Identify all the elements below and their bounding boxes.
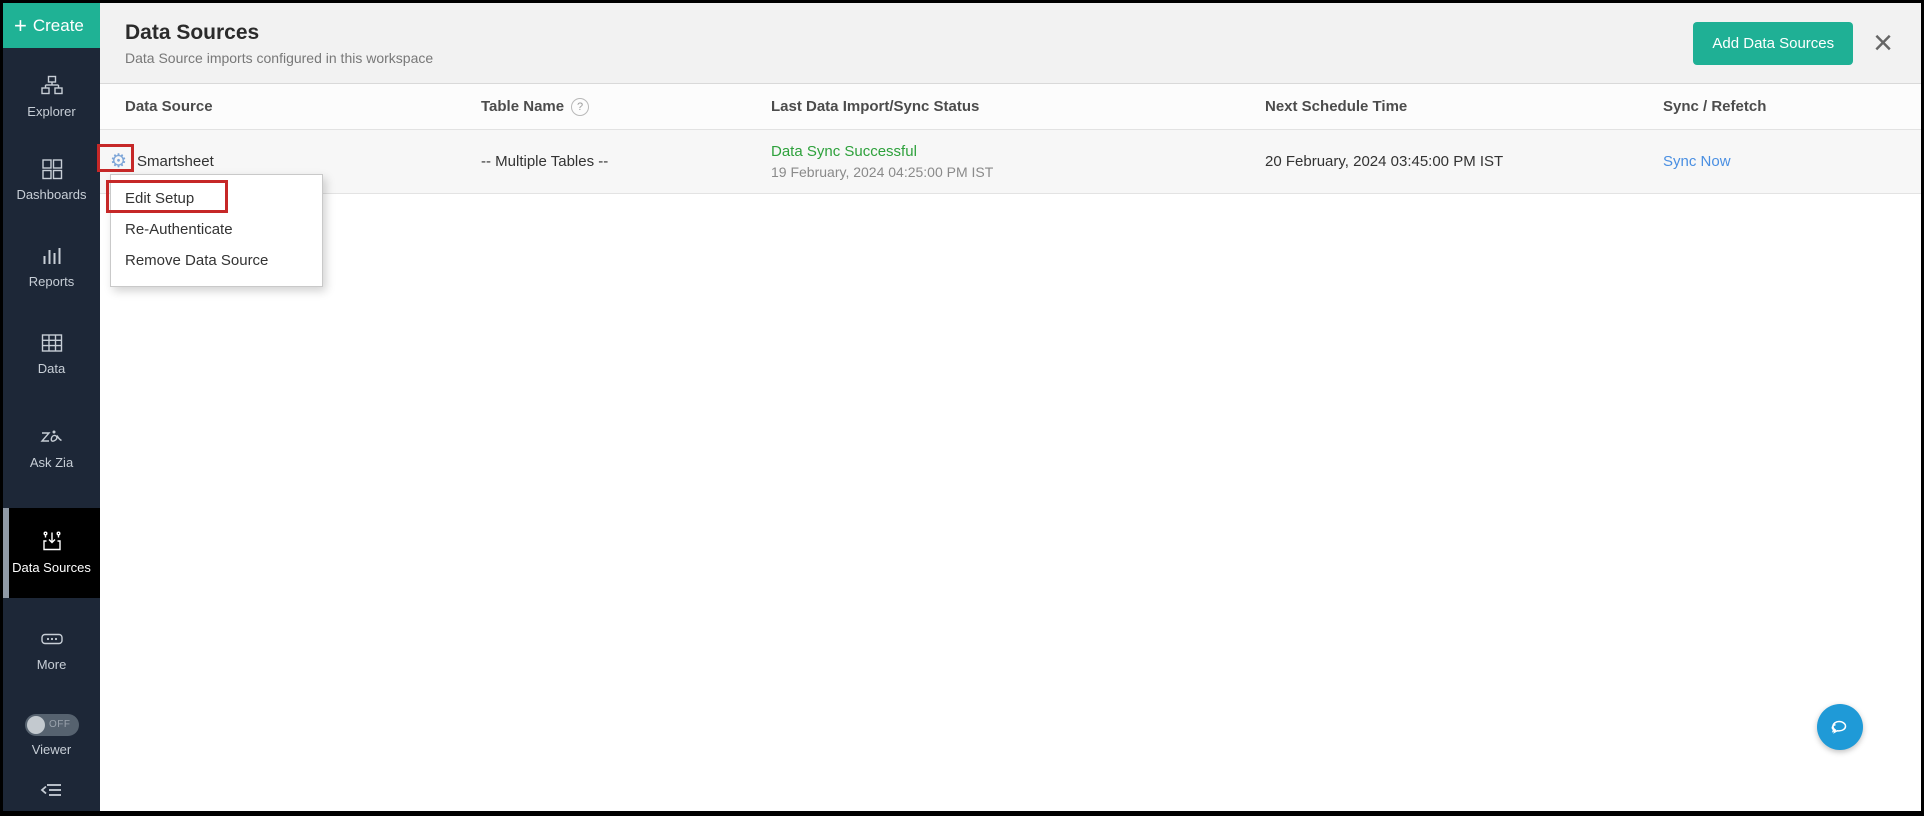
- collapse-arrow-icon: [39, 778, 65, 802]
- table-header-row: Data Source Table Name ? Last Data Impor…: [100, 84, 1921, 130]
- page-subtitle: Data Source imports configured in this w…: [125, 50, 433, 66]
- create-button[interactable]: + Create: [3, 3, 100, 48]
- menu-item-edit-setup[interactable]: Edit Setup: [111, 183, 322, 214]
- menu-item-remove-data-source[interactable]: Remove Data Source: [111, 245, 322, 276]
- create-button-label: Create: [33, 16, 84, 36]
- sidebar-item-data[interactable]: Data: [3, 325, 100, 383]
- page-title: Data Sources: [125, 21, 433, 45]
- viewer-toggle[interactable]: OFF: [25, 714, 79, 736]
- dashboard-grid-icon: [40, 157, 64, 181]
- page-header: Data Sources Data Source imports configu…: [100, 3, 1921, 84]
- column-header-next-schedule: Next Schedule Time: [1265, 98, 1663, 115]
- column-header-label: Table Name: [481, 98, 564, 115]
- column-header-sync-status: Last Data Import/Sync Status: [771, 98, 1265, 115]
- toggle-knob: [27, 716, 45, 734]
- sidebar-item-label: Viewer: [32, 742, 72, 758]
- table-row: ⚙ Smartsheet -- Multiple Tables -- Data …: [100, 130, 1921, 194]
- context-menu: Edit Setup Re-Authenticate Remove Data S…: [110, 174, 323, 287]
- sidebar-item-label: Explorer: [27, 104, 75, 120]
- column-header-table-name: Table Name ?: [481, 98, 771, 116]
- data-source-name: Smartsheet: [137, 153, 214, 170]
- menu-item-re-authenticate[interactable]: Re-Authenticate: [111, 214, 322, 245]
- page-header-text: Data Sources Data Source imports configu…: [125, 21, 433, 66]
- sidebar: + Create Explorer Dashboards: [3, 3, 100, 811]
- data-import-icon: [40, 530, 64, 554]
- gear-icon[interactable]: ⚙: [110, 152, 127, 171]
- sidebar-item-viewer[interactable]: OFF Viewer: [3, 708, 100, 764]
- sidebar-item-label: Data: [38, 361, 65, 377]
- toggle-state-label: OFF: [49, 719, 71, 732]
- bar-chart-icon: [40, 244, 64, 268]
- status-badge: Data Sync Successful: [771, 143, 1265, 160]
- help-icon[interactable]: ?: [571, 98, 589, 116]
- sync-status-cell: Data Sync Successful 19 February, 2024 0…: [771, 143, 1265, 180]
- sidebar-item-data-sources[interactable]: Data Sources: [3, 508, 100, 598]
- sidebar-item-label: Dashboards: [16, 187, 86, 203]
- collapse-sidebar-button[interactable]: [3, 778, 100, 802]
- sidebar-item-dashboards[interactable]: Dashboards: [3, 151, 100, 209]
- table-name-value: -- Multiple Tables --: [481, 153, 771, 170]
- zia-signature-icon: [39, 425, 65, 449]
- app-window: + Create Explorer Dashboards: [0, 0, 1924, 816]
- sidebar-item-label: Data Sources: [12, 560, 91, 576]
- ellipsis-icon: [39, 627, 65, 651]
- sidebar-item-more[interactable]: More: [3, 621, 100, 679]
- sync-now-link[interactable]: Sync Now: [1663, 153, 1731, 170]
- status-timestamp: 19 February, 2024 04:25:00 PM IST: [771, 164, 1265, 180]
- next-schedule-value: 20 February, 2024 03:45:00 PM IST: [1265, 153, 1663, 170]
- plus-icon: +: [14, 15, 27, 37]
- sidebar-item-ask-zia[interactable]: Ask Zia: [3, 419, 100, 477]
- table-icon: [40, 331, 64, 355]
- sitemap-icon: [40, 74, 64, 98]
- add-data-sources-button[interactable]: Add Data Sources: [1693, 22, 1853, 65]
- sidebar-item-explorer[interactable]: Explorer: [3, 68, 100, 126]
- main-panel: Data Sources Data Source imports configu…: [100, 3, 1921, 811]
- chat-bubbles-icon: [1827, 715, 1853, 739]
- column-header-data-source: Data Source: [110, 98, 481, 115]
- close-icon[interactable]: ×: [1873, 26, 1893, 60]
- sidebar-item-label: More: [37, 657, 67, 673]
- sidebar-item-reports[interactable]: Reports: [3, 238, 100, 296]
- chat-support-button[interactable]: [1817, 704, 1863, 750]
- column-header-sync-refetch: Sync / Refetch: [1663, 98, 1921, 115]
- sidebar-item-label: Ask Zia: [30, 455, 73, 471]
- sidebar-item-label: Reports: [29, 274, 75, 290]
